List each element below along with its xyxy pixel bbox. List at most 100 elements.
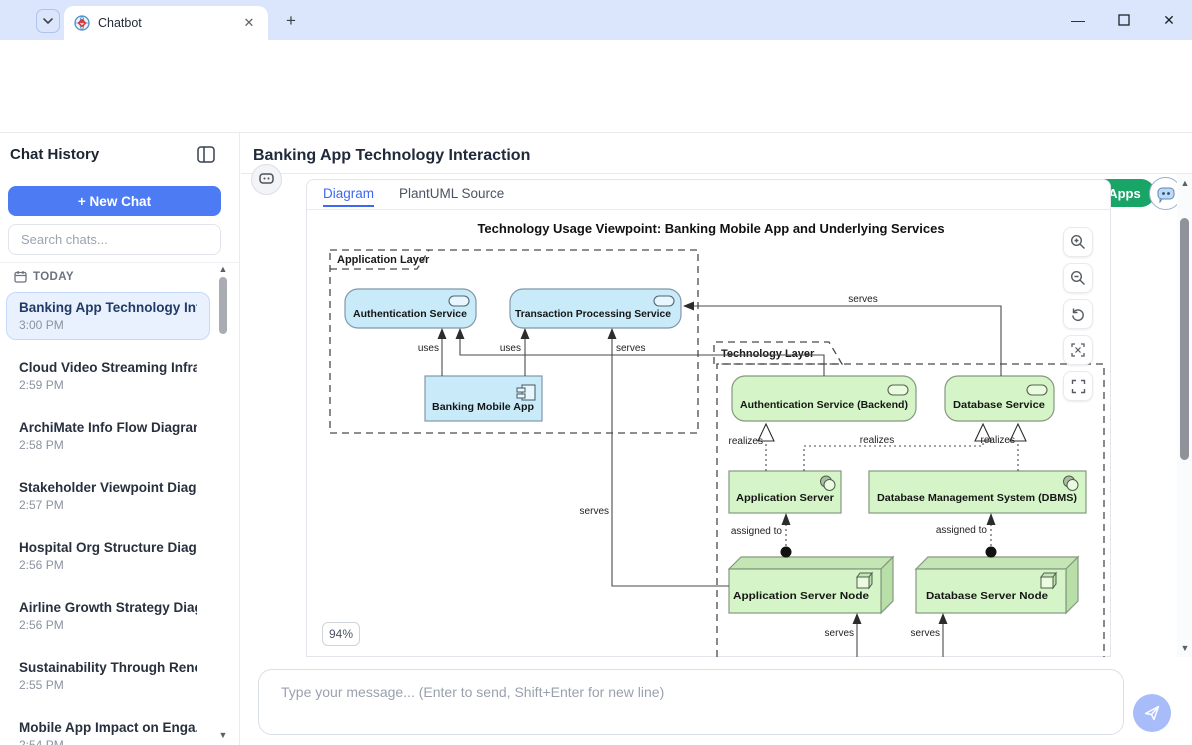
scroll-down-arrow[interactable]: ▼ [1179, 642, 1191, 654]
edge-serves-bottom-appnode: serves [825, 613, 862, 657]
diagram-tabbar: Diagram PlantUML Source [307, 180, 1110, 210]
node-label: Authentication Service [353, 309, 467, 320]
node-application-server: Application Server [729, 471, 841, 513]
app-header: Chatbot Powered by Visual Paradigm More … [0, 85, 1192, 133]
svg-text:assigned to: assigned to [731, 526, 783, 537]
svg-text:serves: serves [848, 294, 877, 305]
svg-text:realizes: realizes [860, 435, 894, 446]
browser-toolbar: ai-toolbox.visual-paradigm.com/app/chatb… [0, 40, 1192, 85]
send-paper-plane-icon [1143, 704, 1161, 722]
node-cube-icon [1041, 573, 1056, 588]
chat-list-item[interactable]: Hospital Org Structure Diagr...2:56 PM [6, 532, 210, 580]
technology-service-icon [1027, 385, 1047, 395]
node-transaction-processing-service: Transaction Processing Service [510, 289, 681, 328]
tab-search-chevron-button[interactable] [36, 9, 60, 33]
node-label: Database Server Node [926, 591, 1048, 602]
node-label: Transaction Processing Service [515, 309, 671, 320]
sidebar-scrollbar[interactable]: ▲ ▼ [217, 263, 229, 741]
browser-window: Chatbot ✕ + — ✕ ai-toolbox.visual-paradi… [0, 0, 1192, 745]
application-service-icon [449, 296, 469, 306]
calendar-icon [14, 270, 27, 283]
window-minimize-button[interactable]: — [1055, 0, 1101, 40]
zoom-in-icon [1070, 234, 1086, 250]
robot-icon [258, 171, 276, 187]
node-label: Application Server [736, 493, 834, 504]
edge-assigned-appnode-to-appserver: assigned to [731, 513, 792, 558]
message-input[interactable] [258, 669, 1124, 735]
svg-text:serves: serves [616, 343, 645, 354]
zoom-out-button[interactable] [1063, 263, 1093, 293]
technology-service-icon [888, 385, 908, 395]
new-tab-button[interactable]: + [280, 10, 302, 32]
svg-text:uses: uses [418, 343, 439, 354]
message-input-bar [241, 657, 1192, 745]
browser-titlebar: Chatbot ✕ + — ✕ [0, 0, 1192, 40]
fit-expand-button[interactable] [1063, 335, 1093, 365]
node-dbms: Database Management System (DBMS) [869, 471, 1086, 513]
node-label: Banking Mobile App [432, 402, 534, 413]
svg-text:realizes: realizes [981, 435, 1015, 446]
edge-uses-app-to-tps: uses [500, 328, 530, 376]
chat-list-item[interactable]: Cloud Video Streaming Infra...2:59 PM [6, 352, 210, 400]
assistant-avatar [251, 164, 282, 195]
collapse-sidebar-icon[interactable] [197, 146, 215, 163]
chevron-down-icon [42, 15, 54, 27]
svg-text:serves: serves [580, 506, 609, 517]
node-banking-mobile-app: Banking Mobile App [425, 376, 542, 421]
scroll-up-arrow[interactable]: ▲ [1179, 177, 1191, 189]
tab-diagram[interactable]: Diagram [323, 186, 374, 201]
node-label: Authentication Service (Backend) [740, 400, 908, 411]
sidebar-scrollbar-thumb[interactable] [219, 277, 227, 334]
edge-serves-bottom-dbnode: serves [911, 613, 948, 657]
group-label: Application Layer [337, 254, 430, 266]
node-label: Database Management System (DBMS) [877, 493, 1077, 504]
send-button[interactable] [1133, 694, 1171, 732]
chat-list-item[interactable]: Sustainability Through Rene...2:55 PM [6, 652, 210, 700]
node-cube-icon [857, 573, 872, 588]
fullscreen-button[interactable] [1063, 371, 1093, 401]
chat-list-item[interactable]: Airline Growth Strategy Diag...2:56 PM [6, 592, 210, 640]
main-scrollbar[interactable]: ▲ ▼ [1177, 174, 1192, 657]
edge-assigned-dbnode-to-dbms: assigned to [936, 513, 997, 558]
node-authentication-service: Authentication Service [345, 289, 476, 328]
browser-tab[interactable]: Chatbot ✕ [64, 6, 268, 40]
chat-list-item[interactable]: Mobile App Impact on Enga...2:54 PM [6, 712, 210, 745]
chat-list: Banking App Technology Int...3:00 PM Clo… [0, 288, 216, 745]
reset-view-button[interactable] [1063, 299, 1093, 329]
edge-realizes-appserver-to-backend: realizes [729, 424, 774, 471]
sidebar: Chat History + New Chat TODAY Banking Ap… [0, 133, 240, 745]
node-label: Application Server Node [733, 591, 870, 602]
svg-text:assigned to: assigned to [936, 525, 988, 536]
tab-plantuml-source[interactable]: PlantUML Source [399, 186, 504, 201]
window-close-button[interactable]: ✕ [1146, 0, 1192, 40]
tab-title: Chatbot [98, 16, 240, 30]
chat-list-item[interactable]: ArchiMate Info Flow Diagram2:58 PM [6, 412, 210, 460]
edge-realizes-appserver-to-dbservice: realizes [804, 424, 991, 471]
archimate-diagram-canvas[interactable]: Technology Usage Viewpoint: Banking Mobi… [307, 210, 1110, 657]
group-label: Technology Layer [721, 348, 815, 360]
svg-text:uses: uses [500, 343, 521, 354]
scroll-up-arrow[interactable]: ▲ [217, 263, 229, 275]
reset-rotate-icon [1070, 306, 1086, 322]
chat-history-title: Chat History [10, 146, 99, 163]
chat-list-item[interactable]: Banking App Technology Int...3:00 PM [6, 292, 210, 340]
main-scrollbar-thumb[interactable] [1180, 218, 1189, 460]
scroll-down-arrow[interactable]: ▼ [217, 729, 229, 741]
tab-close-button[interactable]: ✕ [240, 14, 258, 32]
new-chat-button[interactable]: + New Chat [8, 186, 221, 216]
diagram-message-card: Diagram PlantUML Source Technology Usage… [306, 179, 1111, 657]
edge-realizes-dbms-to-dbservice: realizes [981, 424, 1026, 471]
zoom-in-button[interactable] [1063, 227, 1093, 257]
sidebar-divider [0, 262, 240, 263]
fullscreen-brackets-icon [1071, 379, 1086, 394]
robot-icon [1155, 184, 1177, 204]
node-authentication-service-backend: Authentication Service (Backend) [732, 376, 916, 421]
application-service-icon [654, 296, 674, 306]
svg-text:realizes: realizes [729, 436, 763, 447]
maximize-icon [1118, 14, 1130, 26]
favicon-visual-paradigm [74, 15, 90, 31]
search-chats-input[interactable] [8, 224, 221, 255]
today-section-header: TODAY [14, 270, 74, 283]
chat-list-item[interactable]: Stakeholder Viewpoint Diagr...2:57 PM [6, 472, 210, 520]
window-maximize-button[interactable] [1101, 0, 1147, 40]
